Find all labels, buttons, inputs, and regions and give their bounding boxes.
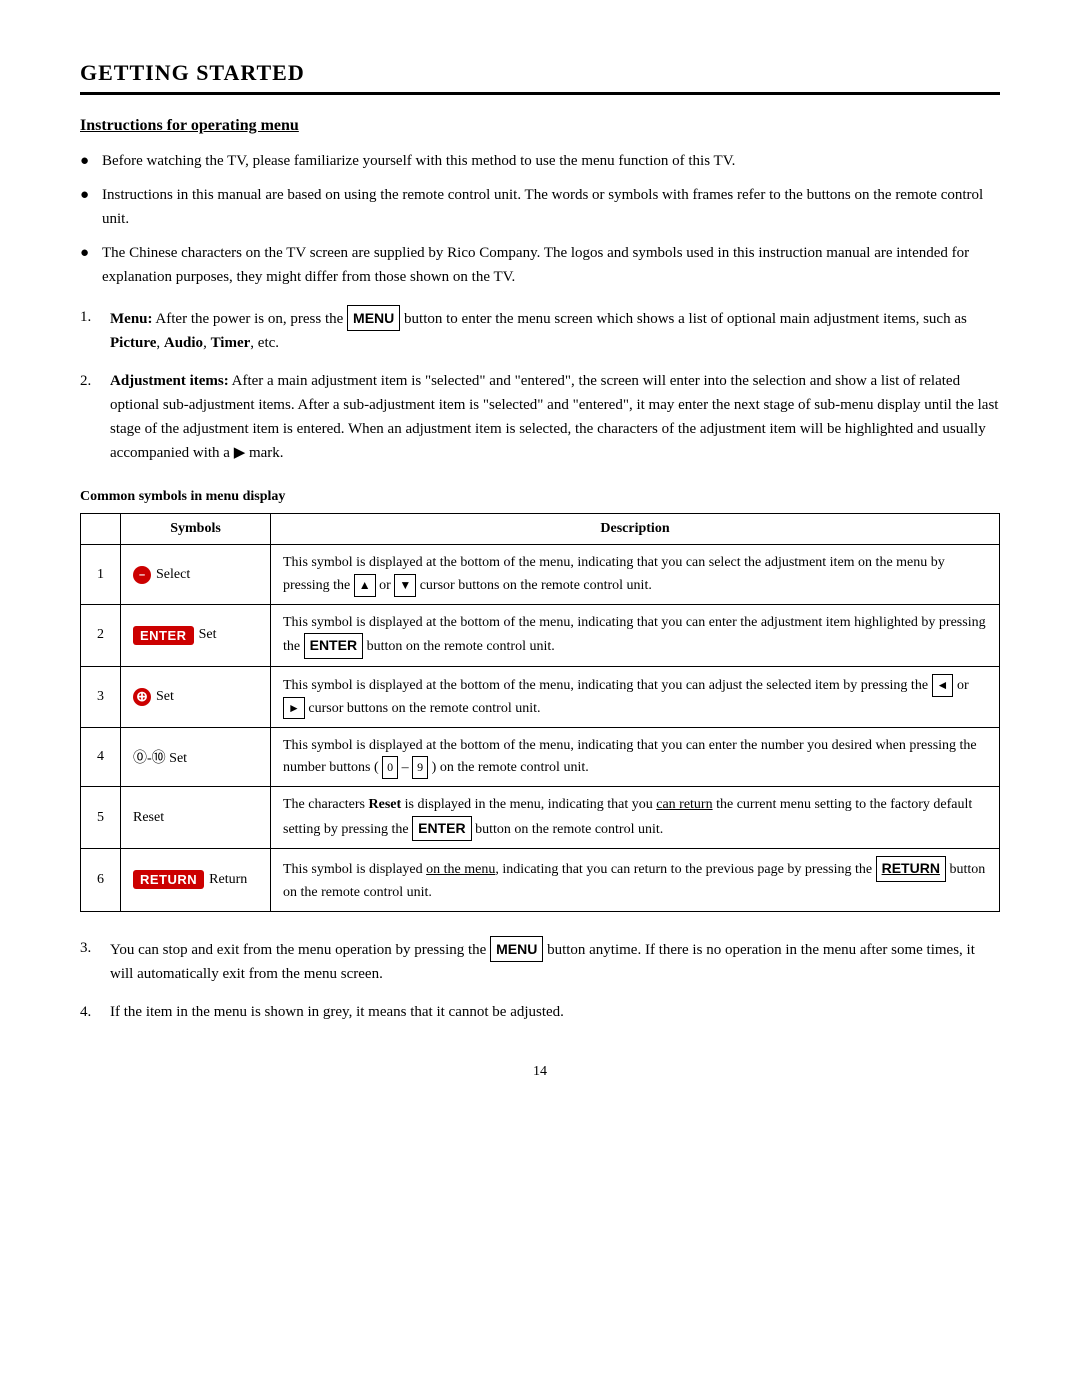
col-num-header bbox=[81, 514, 121, 545]
zero-btn: 0 bbox=[382, 756, 398, 779]
table-row: 3 ⊕ Set This symbol is displayed at the … bbox=[81, 667, 1000, 727]
numbered-item-2: 2. Adjustment items: After a main adjust… bbox=[80, 369, 1000, 465]
page-title: GETTING STARTED bbox=[80, 60, 1000, 95]
bullet-list: Before watching the TV, please familiari… bbox=[80, 149, 1000, 289]
down-arrow-btn: ▼ bbox=[394, 574, 416, 597]
select-circle-icon: – bbox=[133, 566, 151, 584]
symbol-plusminus: ⊕ Set bbox=[121, 667, 271, 727]
return-btn-icon: RETURN bbox=[133, 870, 204, 889]
numbered-list-bottom: 3. You can stop and exit from the menu o… bbox=[80, 936, 1000, 1024]
select-label: Select bbox=[156, 567, 190, 583]
col-symbols-header: Symbols bbox=[121, 514, 271, 545]
symbol-return: RETURN Return bbox=[121, 849, 271, 911]
row-num-4: 4 bbox=[81, 727, 121, 786]
table-row: 6 RETURN Return This symbol is displayed… bbox=[81, 849, 1000, 911]
enter-key-reset: ENTER bbox=[412, 816, 471, 842]
numbered-list-top: 1. Menu: After the power is on, press th… bbox=[80, 305, 1000, 465]
row-num-5: 5 bbox=[81, 786, 121, 848]
section-heading: Instructions for operating menu bbox=[80, 117, 1000, 135]
symbol-select: – Select bbox=[121, 545, 271, 604]
symbol-enter: ENTER Set bbox=[121, 604, 271, 666]
row-num-6: 6 bbox=[81, 849, 121, 911]
table-caption: Common symbols in menu display bbox=[80, 489, 1000, 505]
zeronine-label: ⓪-➉ Set bbox=[133, 747, 187, 767]
plusminus-label: Set bbox=[156, 689, 174, 705]
bullet-item-2: Instructions in this manual are based on… bbox=[80, 183, 1000, 231]
enter-label: Set bbox=[199, 627, 217, 643]
menu-key-1: MENU bbox=[347, 305, 400, 331]
table-row: 2 ENTER Set This symbol is displayed at … bbox=[81, 604, 1000, 666]
desc-zeronine: This symbol is displayed at the bottom o… bbox=[271, 727, 1000, 786]
desc-select: This symbol is displayed at the bottom o… bbox=[271, 545, 1000, 604]
row-num-3: 3 bbox=[81, 667, 121, 727]
symbol-reset: Reset bbox=[121, 786, 271, 848]
return-key: RETURN bbox=[876, 856, 946, 882]
symbols-table: Symbols Description 1 – Select This symb… bbox=[80, 513, 1000, 911]
return-label: Return bbox=[209, 872, 247, 888]
row-num-2: 2 bbox=[81, 604, 121, 666]
left-arrow-btn: ◄ bbox=[932, 674, 954, 697]
up-arrow-btn: ▲ bbox=[354, 574, 376, 597]
desc-reset: The characters Reset is displayed in the… bbox=[271, 786, 1000, 848]
right-arrow-btn: ► bbox=[283, 697, 305, 720]
numbered-item-1: 1. Menu: After the power is on, press th… bbox=[80, 305, 1000, 355]
enter-btn-icon: ENTER bbox=[133, 626, 194, 645]
reset-label: Reset bbox=[133, 810, 164, 825]
bullet-item-3: The Chinese characters on the TV screen … bbox=[80, 241, 1000, 289]
table-header-row: Symbols Description bbox=[81, 514, 1000, 545]
desc-return: This symbol is displayed on the menu, in… bbox=[271, 849, 1000, 911]
table-row: 5 Reset The characters Reset is displaye… bbox=[81, 786, 1000, 848]
symbol-zeronine: ⓪-➉ Set bbox=[121, 727, 271, 786]
bullet-item-1: Before watching the TV, please familiari… bbox=[80, 149, 1000, 173]
table-row: 1 – Select This symbol is displayed at t… bbox=[81, 545, 1000, 604]
desc-enter: This symbol is displayed at the bottom o… bbox=[271, 604, 1000, 666]
row-num-1: 1 bbox=[81, 545, 121, 604]
numbered-item-3: 3. You can stop and exit from the menu o… bbox=[80, 936, 1000, 986]
nine-btn: 9 bbox=[412, 756, 428, 779]
table-row: 4 ⓪-➉ Set This symbol is displayed at th… bbox=[81, 727, 1000, 786]
col-description-header: Description bbox=[271, 514, 1000, 545]
enter-key: ENTER bbox=[304, 633, 363, 659]
desc-plusminus: This symbol is displayed at the bottom o… bbox=[271, 667, 1000, 727]
menu-key-2: MENU bbox=[490, 936, 543, 962]
numbered-item-4: 4. If the item in the menu is shown in g… bbox=[80, 1000, 1000, 1024]
page-number: 14 bbox=[80, 1064, 1000, 1080]
plusminus-icon: ⊕ bbox=[133, 688, 151, 706]
table-section: Common symbols in menu display Symbols D… bbox=[80, 489, 1000, 911]
